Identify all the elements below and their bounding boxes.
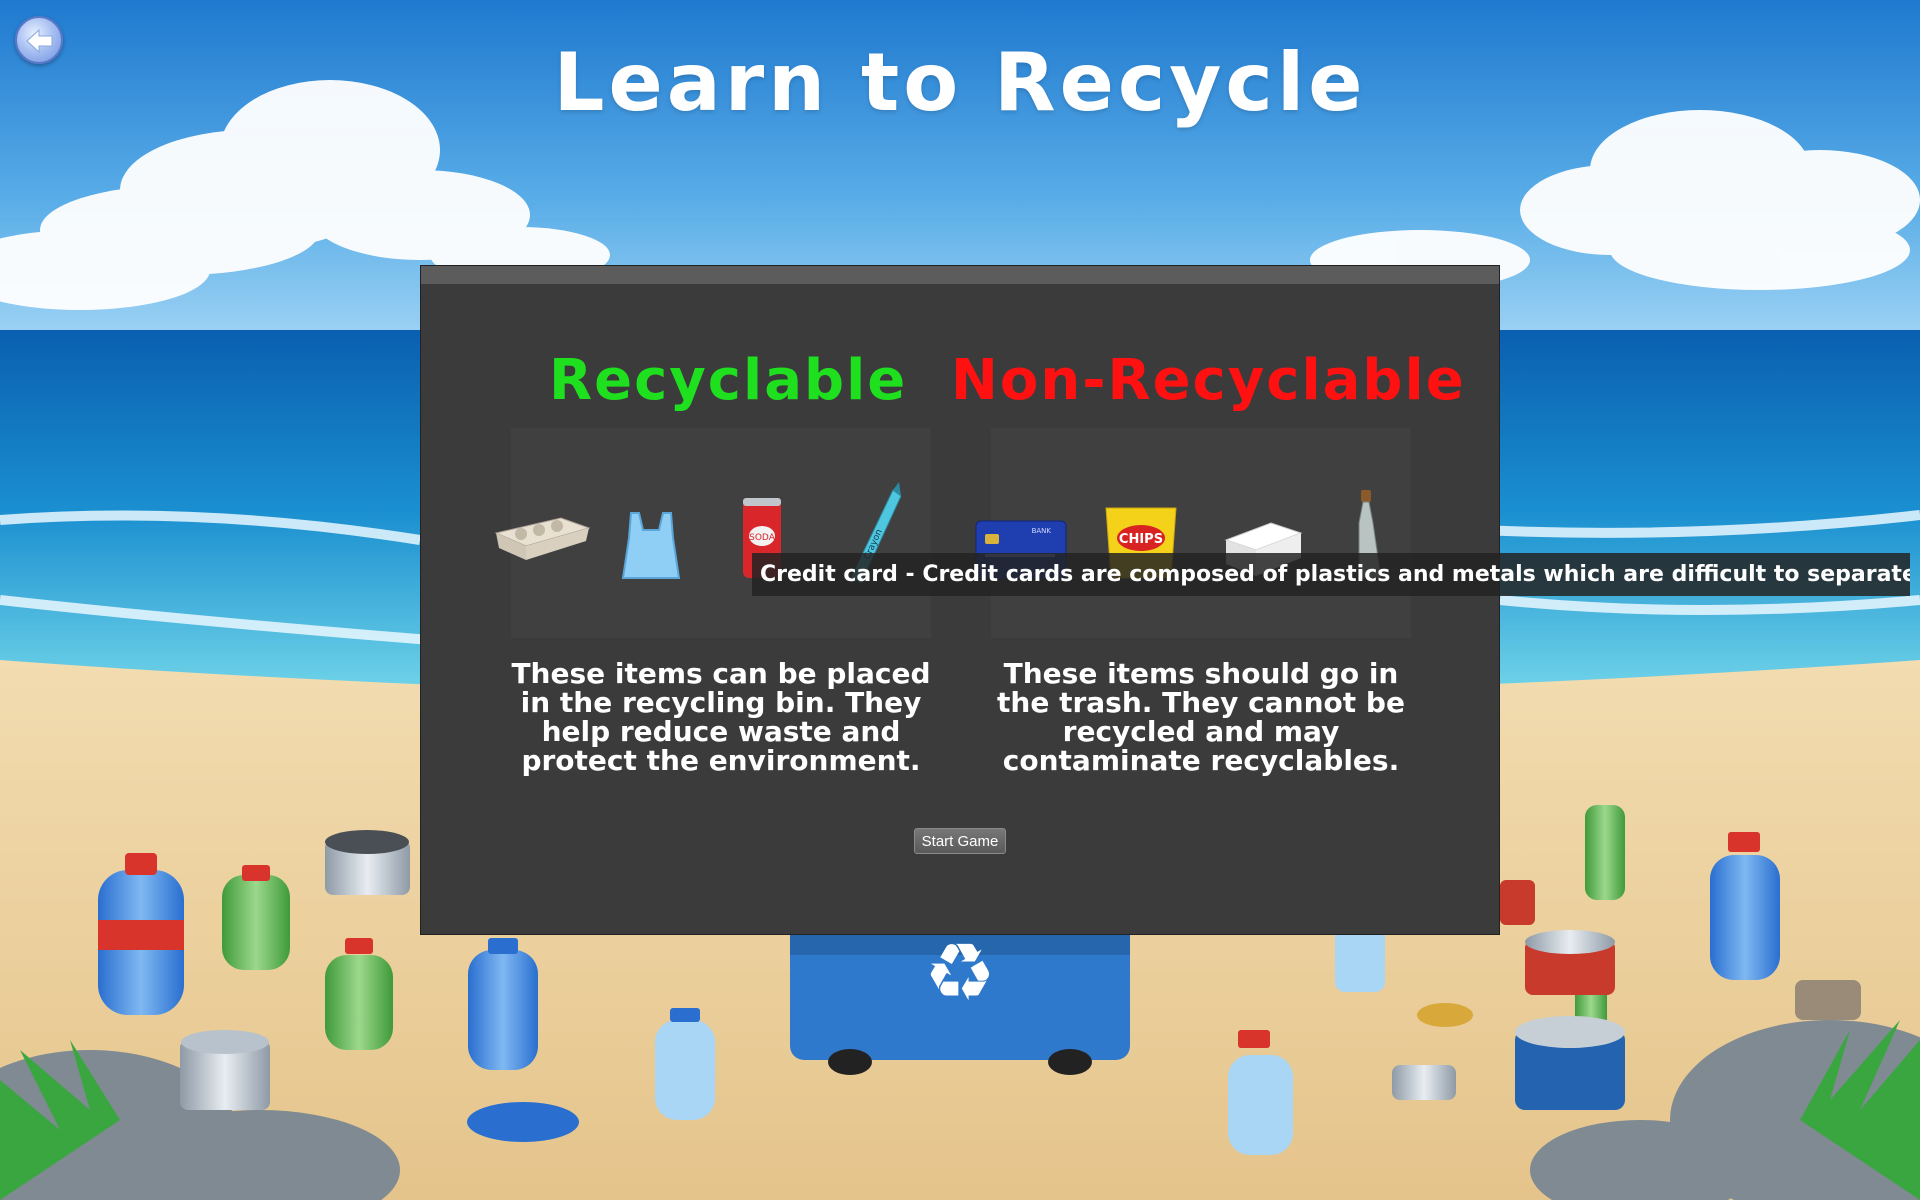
panel-title-bar: [421, 266, 1499, 284]
chips-bag-label: CHIPS: [1119, 532, 1163, 547]
learn-panel: Recyclable Non-Recyclable SODA Crayon BA…: [420, 265, 1500, 935]
recyclable-items: SODA Crayon: [494, 428, 931, 638]
non-recyclable-description: These items should go in the trash. They…: [997, 657, 1405, 777]
recyclable-heading: Recyclable: [549, 348, 908, 413]
egg-carton-icon[interactable]: [491, 478, 591, 588]
item-tooltip: Credit card - Credit cards are composed …: [752, 553, 1910, 596]
recyclable-description: These items can be placed in the recycli…: [511, 657, 931, 777]
page-title: Learn to Recycle: [553, 36, 1367, 129]
credit-card-label: BANK: [1032, 527, 1052, 535]
non-recyclable-heading: Non-Recyclable: [951, 348, 1466, 413]
plastic-bag-icon[interactable]: [601, 478, 701, 588]
svg-text:♻: ♻: [924, 926, 996, 1019]
start-game-button[interactable]: Start Game: [914, 828, 1006, 854]
soda-can-label: SODA: [749, 533, 776, 543]
non-recyclable-items: BANK CHIPS: [975, 428, 1411, 638]
